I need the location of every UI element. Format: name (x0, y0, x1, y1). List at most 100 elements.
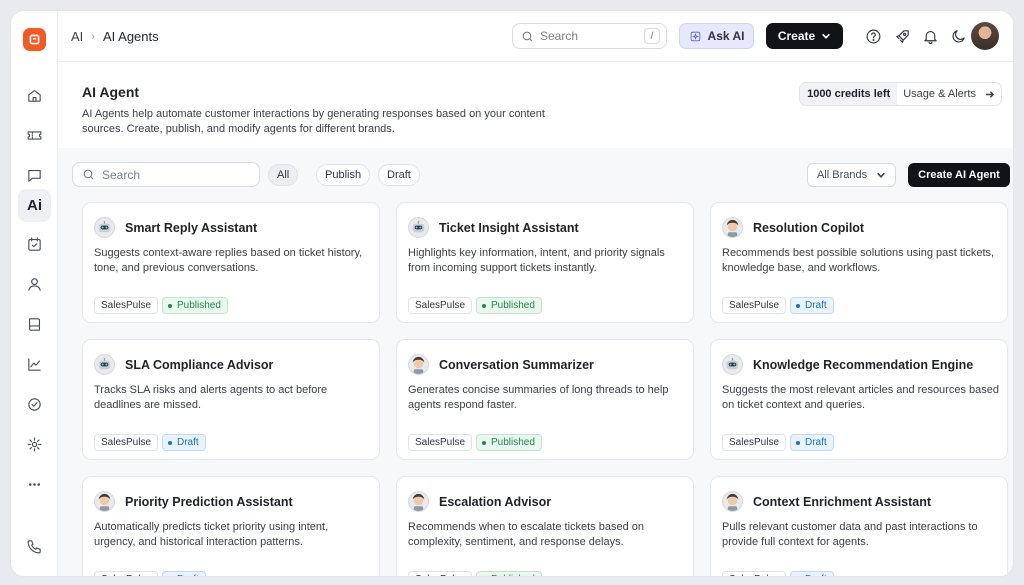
theme-toggle[interactable] (948, 26, 968, 46)
sidebar-item-reports[interactable] (18, 348, 51, 381)
breadcrumb-root[interactable]: AI (71, 29, 83, 44)
brands-select[interactable]: All Brands (807, 163, 896, 187)
chevron-down-icon (822, 33, 831, 39)
agent-search-placeholder: Search (102, 167, 141, 182)
agent-card[interactable]: Smart Reply Assistant Suggests context-aw… (82, 202, 380, 323)
status-label: Published (491, 437, 535, 448)
create-button[interactable]: Create (766, 23, 843, 49)
moon-icon (952, 29, 965, 42)
ticket-icon (27, 131, 42, 140)
agent-avatar-icon (722, 217, 743, 238)
phone-icon (27, 540, 41, 554)
agent-avatar-icon (408, 354, 429, 375)
sidebar-item-tasks[interactable] (18, 228, 51, 261)
sidebar-item-contacts[interactable] (18, 268, 51, 301)
sidebar-item-sla[interactable] (18, 388, 51, 421)
sidebar-item-phone[interactable] (18, 530, 51, 563)
ask-ai-label: Ask AI (707, 29, 745, 43)
breadcrumb-current: AI Agents (102, 29, 159, 44)
agent-description: Recommends when to escalate tickets base… (408, 521, 645, 548)
sparkle-icon (690, 31, 700, 41)
agent-description: Tracks SLA risks and alerts agents to ac… (94, 384, 328, 411)
global-search-placeholder: Search (540, 29, 579, 43)
brand-badge: SalesPulse (408, 571, 473, 576)
user-icon (28, 278, 41, 291)
brand-badge: SalesPulse (94, 297, 159, 314)
agent-avatar-icon (94, 217, 115, 238)
brand-badge: SalesPulse (722, 434, 787, 451)
brand-badge: SalesPulse (408, 297, 473, 314)
sidebar-item-tickets[interactable] (18, 119, 51, 152)
agent-card[interactable]: Conversation Summarizer Generates concise… (396, 339, 694, 460)
agent-avatar-icon (408, 217, 429, 238)
ask-ai-button[interactable]: Ask AI (679, 23, 754, 49)
notifications-button[interactable] (920, 26, 940, 46)
tab-all[interactable]: All (268, 164, 299, 186)
sidebar-item-home[interactable] (18, 79, 51, 112)
chevron-down-icon (877, 172, 885, 178)
top-bar: AI › AI Agents Search / Ask AI Create (58, 11, 1013, 62)
agent-description: Automatically predicts ticket priority u… (94, 521, 329, 548)
app-window: Ai AI › AI Agents Search / Ask AI Create… (10, 10, 1014, 577)
agents-content: Search All Publish Draft All Brands Crea… (58, 148, 1013, 576)
agent-card[interactable]: Escalation Advisor Recommends when to esc… (396, 476, 694, 576)
agent-description: Suggests context-aware replies based on … (94, 247, 363, 274)
agent-avatar-icon (722, 491, 743, 512)
credits-widget: 1000 credits left Usage & Alerts (799, 82, 1002, 106)
chat-icon (28, 169, 41, 182)
tab-publish[interactable]: Publish (316, 164, 371, 186)
status-dot (168, 440, 172, 445)
status-label: Published (491, 300, 535, 311)
usage-alerts-link[interactable]: Usage & Alerts (897, 88, 1001, 100)
agent-avatar-icon (722, 354, 743, 375)
status-badge: Draft (162, 434, 206, 451)
agent-description: Recommends best possible solutions using… (722, 247, 995, 274)
brands-select-value: All Brands (817, 169, 868, 181)
create-ai-agent-button[interactable]: Create AI Agent (908, 163, 1010, 187)
sidebar-item-more[interactable] (18, 468, 51, 501)
agent-card[interactable]: Priority Prediction Assistant Automatical… (82, 476, 380, 576)
status-badge: Published (476, 297, 542, 314)
calendar-check-icon (28, 237, 41, 251)
status-badge: Published (476, 434, 542, 451)
status-label: Draft (177, 574, 199, 576)
sidebar-item-chat[interactable] (18, 159, 51, 192)
agent-name: Resolution Copilot (753, 221, 865, 235)
agent-search-input[interactable]: Search (72, 162, 260, 187)
agent-card[interactable]: Context Enrichment Assistant Pulls releva… (710, 476, 1008, 576)
status-label: Draft (805, 300, 827, 311)
status-label: Draft (177, 437, 199, 448)
agent-name: Conversation Summarizer (439, 358, 594, 372)
global-search-input[interactable]: Search / (512, 23, 667, 49)
status-label: Published (491, 574, 535, 576)
launch-button[interactable] (892, 26, 912, 46)
home-icon (28, 89, 41, 102)
status-badge: Published (476, 571, 542, 576)
agent-card[interactable]: Knowledge Recommendation Engine Suggests … (710, 339, 1008, 460)
user-avatar[interactable] (971, 22, 999, 50)
tab-draft[interactable]: Draft (378, 164, 420, 186)
sidebar-item-settings[interactable] (18, 428, 51, 461)
credits-left: 1000 credits left (800, 83, 898, 105)
usage-alerts-label: Usage & Alerts (903, 88, 976, 100)
sidebar: Ai (11, 11, 58, 576)
agent-card[interactable]: Resolution Copilot Recommends best possib… (710, 202, 1008, 323)
agent-card[interactable]: SLA Compliance Advisor Tracks SLA risks a… (82, 339, 380, 460)
chevron-right-icon: › (91, 30, 95, 43)
brand-badge: SalesPulse (94, 571, 159, 576)
agent-name: Ticket Insight Assistant (439, 221, 579, 235)
agent-avatar-icon (94, 354, 115, 375)
status-badge: Draft (162, 571, 206, 576)
gear-icon (27, 437, 42, 452)
agent-card[interactable]: Ticket Insight Assistant Highlights key i… (396, 202, 694, 323)
rocket-icon (895, 29, 909, 43)
page-header: AI Agent AI Agents help automate custome… (58, 62, 1013, 148)
page-title: AI Agent (82, 84, 140, 100)
agent-description: Generates concise summaries of long thre… (408, 384, 669, 411)
app-logo[interactable] (23, 28, 46, 51)
sidebar-item-knowledge-base[interactable] (18, 308, 51, 341)
sidebar-item-ai[interactable]: Ai (18, 189, 51, 222)
agent-name: Knowledge Recommendation Engine (753, 358, 974, 372)
agent-description: Suggests the most relevant articles and … (722, 384, 999, 411)
help-button[interactable] (863, 26, 883, 46)
